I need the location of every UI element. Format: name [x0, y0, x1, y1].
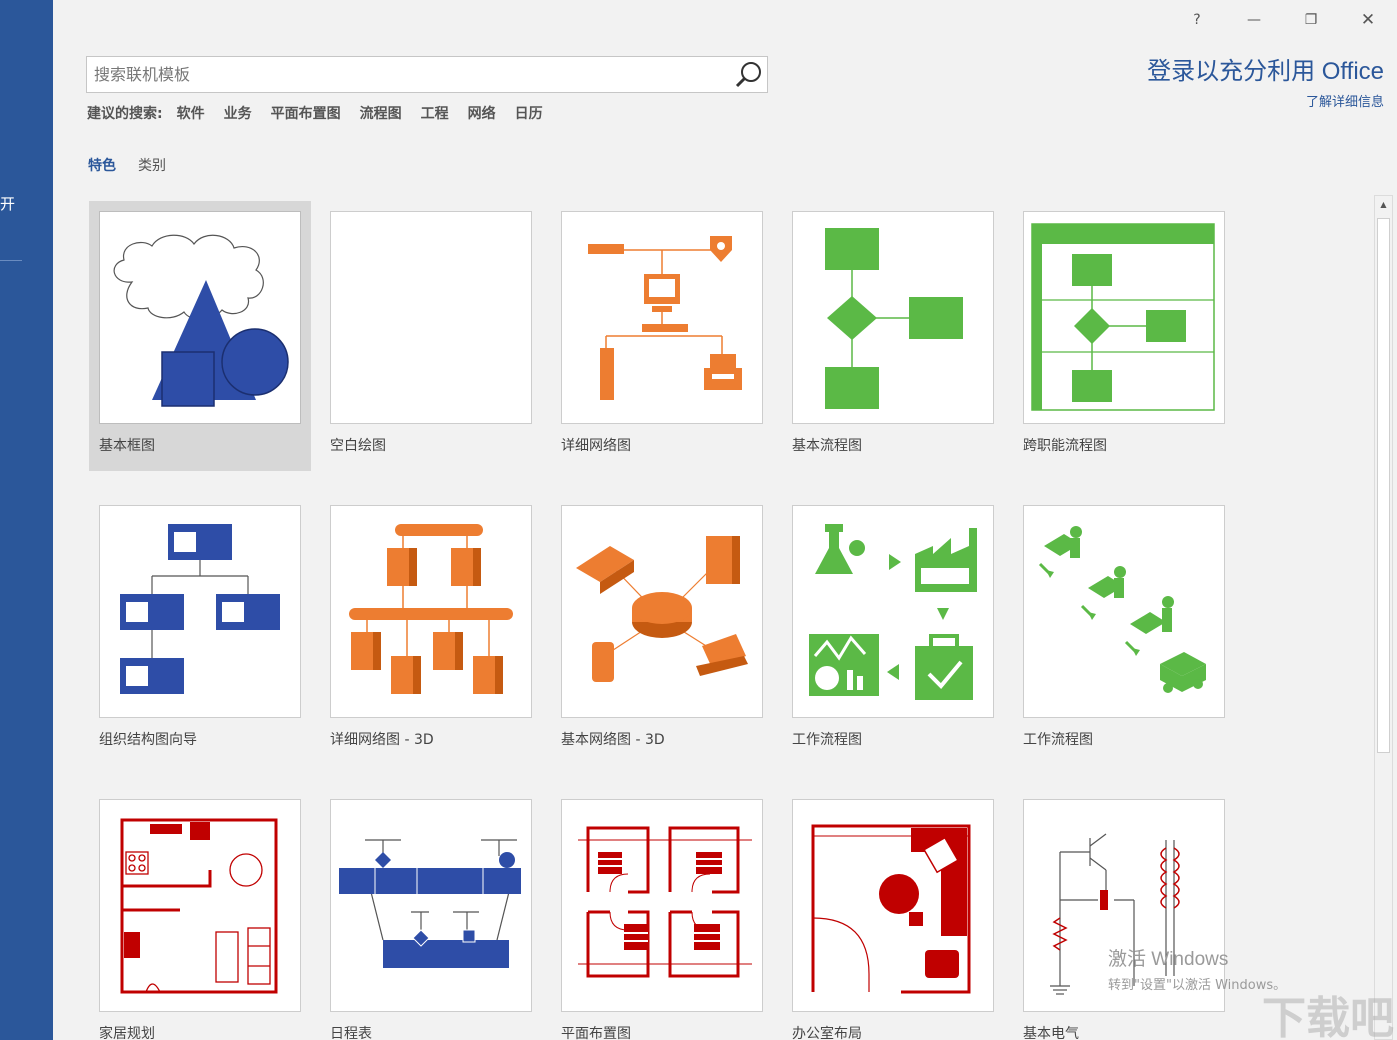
signin-panel: 登录以充分利用 Office 了解详细信息	[1147, 55, 1384, 110]
workflow-3d-icon	[1038, 526, 1206, 693]
help-button[interactable]: ?	[1182, 8, 1212, 32]
blank-icon	[331, 212, 531, 423]
template-label: 基本流程图	[792, 438, 862, 454]
search-icon	[735, 62, 761, 88]
suggested-searches: 建议的搜索: 软件 业务 平面布置图 流程图 工程 网络 日历	[87, 103, 562, 123]
search-box	[86, 56, 768, 93]
template-label: 家居规划	[99, 1026, 155, 1040]
template-label: 详细网络图	[561, 438, 631, 454]
suggested-item[interactable]: 流程图	[360, 103, 402, 123]
template-tile[interactable]: 基本网络图 - 3D	[551, 495, 773, 765]
template-tile[interactable]: 基本框图	[89, 201, 311, 471]
scrollbar-thumb[interactable]	[1377, 218, 1390, 753]
template-label: 基本网络图 - 3D	[561, 732, 665, 748]
suggested-item[interactable]: 日历	[515, 103, 543, 123]
vertical-scrollbar[interactable]: ▲	[1374, 195, 1393, 1040]
search-button[interactable]	[729, 57, 767, 92]
template-thumbnail	[792, 211, 994, 424]
template-label: 组织结构图向导	[99, 732, 197, 748]
basic-network-3d-icon	[576, 536, 748, 682]
template-tile[interactable]: 工作流程图	[782, 495, 1004, 765]
template-thumbnail	[330, 799, 532, 1012]
template-tile[interactable]: 空白绘图	[320, 201, 542, 471]
close-button[interactable]: ✕	[1353, 8, 1383, 32]
tab-categories[interactable]: 类别	[138, 155, 166, 175]
template-thumbnail	[330, 505, 532, 718]
home-plan-icon	[120, 818, 278, 994]
tab-featured[interactable]: 特色	[88, 155, 116, 175]
signin-link[interactable]: 登录以充分利用 Office	[1147, 55, 1384, 89]
timeline-icon	[339, 839, 521, 968]
suggested-item[interactable]: 业务	[224, 103, 252, 123]
template-tile[interactable]: 跨职能流程图	[1013, 201, 1235, 471]
template-thumbnail	[1023, 211, 1225, 424]
template-thumbnail	[561, 211, 763, 424]
template-tile[interactable]: 基本流程图	[782, 201, 1004, 471]
template-thumbnail	[1023, 505, 1225, 718]
template-label: 基本框图	[99, 438, 155, 454]
basic-flowchart-icon	[825, 228, 963, 409]
template-tile[interactable]: 办公室布局	[782, 789, 1004, 1040]
template-thumbnail	[99, 799, 301, 1012]
template-thumbnail	[1023, 799, 1225, 1012]
org-chart-icon	[120, 524, 280, 694]
office-layout-icon	[811, 824, 971, 994]
workflow-icon	[809, 524, 977, 700]
suggested-item[interactable]: 平面布置图	[271, 103, 341, 123]
template-tile[interactable]: 组织结构图向导	[89, 495, 311, 765]
minimize-button[interactable]: —	[1239, 8, 1269, 32]
template-thumbnail	[330, 211, 532, 424]
template-thumbnail	[99, 211, 301, 424]
suggested-item[interactable]: 工程	[421, 103, 449, 123]
sidebar-item-open[interactable]: 开	[0, 193, 15, 214]
template-tile[interactable]: 详细网络图 - 3D	[320, 495, 542, 765]
suggested-label: 建议的搜索:	[87, 106, 163, 122]
template-tabs: 特色 类别	[88, 155, 188, 175]
detailed-network-3d-icon	[349, 524, 513, 694]
basic-shapes-icon	[113, 234, 289, 407]
template-tile[interactable]: 日程表	[320, 789, 542, 1040]
template-label: 日程表	[330, 1026, 372, 1040]
template-tile[interactable]: 家居规划	[89, 789, 311, 1040]
suggested-item[interactable]: 网络	[468, 103, 496, 123]
template-tile[interactable]: 工作流程图	[1013, 495, 1235, 765]
learn-more-link[interactable]: 了解详细信息	[1147, 91, 1384, 110]
cross-functional-flowchart-icon	[1031, 223, 1215, 411]
suggested-item[interactable]: 软件	[177, 103, 205, 123]
floor-plan-icon	[578, 826, 752, 978]
restore-button[interactable]: ❐	[1296, 8, 1326, 32]
template-thumbnail	[561, 505, 763, 718]
template-label: 办公室布局	[792, 1026, 862, 1040]
template-thumbnail	[792, 799, 994, 1012]
template-label: 工作流程图	[792, 732, 862, 748]
template-label: 详细网络图 - 3D	[330, 732, 434, 748]
site-watermark-logo: 下载吧	[1262, 993, 1394, 1040]
sidebar-divider	[0, 260, 22, 261]
template-tile[interactable]: 平面布置图	[551, 789, 773, 1040]
template-thumbnail	[99, 505, 301, 718]
template-label: 平面布置图	[561, 1026, 631, 1040]
detailed-network-icon	[588, 236, 742, 400]
scroll-up-arrow-icon[interactable]: ▲	[1375, 196, 1392, 214]
template-thumbnail	[561, 799, 763, 1012]
search-input[interactable]	[87, 57, 727, 92]
template-label: 跨职能流程图	[1023, 438, 1107, 454]
template-label: 空白绘图	[330, 438, 386, 454]
template-tile[interactable]: 基本电气	[1013, 789, 1235, 1040]
template-label: 工作流程图	[1023, 732, 1093, 748]
backstage-sidebar: 开	[0, 0, 53, 1040]
template-tile[interactable]: 详细网络图	[551, 201, 773, 471]
template-thumbnail	[792, 505, 994, 718]
template-label: 基本电气	[1023, 1026, 1079, 1040]
basic-electrical-icon	[1050, 833, 1180, 995]
